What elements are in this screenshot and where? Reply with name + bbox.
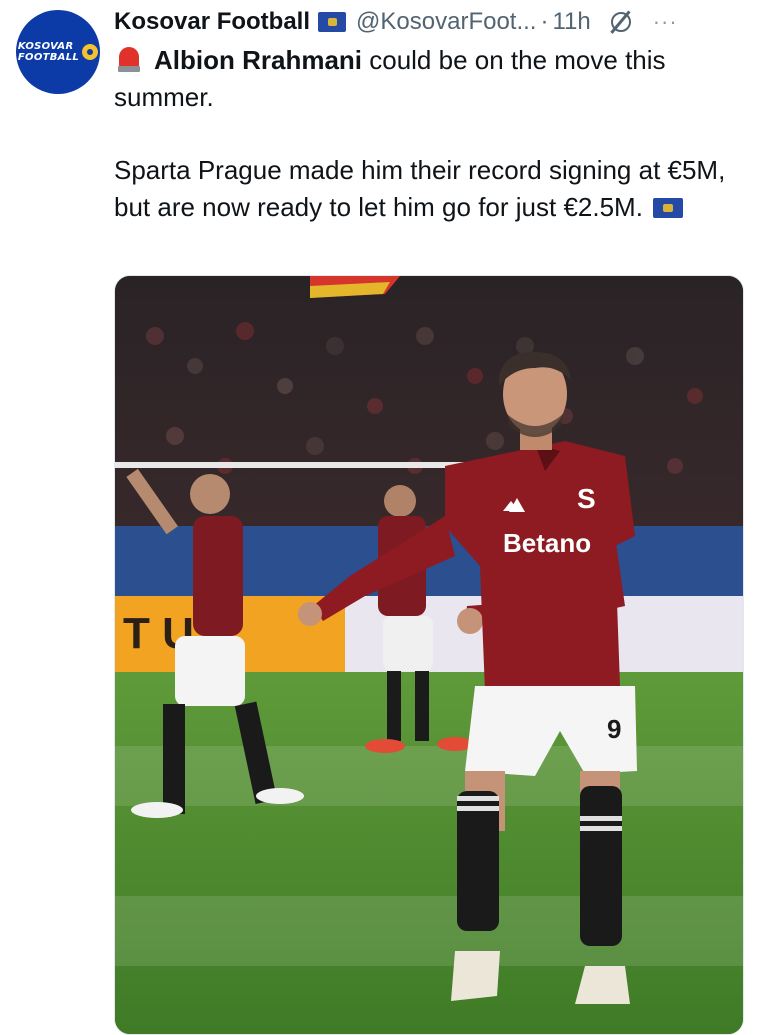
tweet-header: Kosovar Football @KosovarFoot... · 11h ·… bbox=[114, 4, 742, 40]
pitch bbox=[115, 672, 743, 1034]
goal-crossbar bbox=[115, 462, 495, 468]
siren-icon bbox=[118, 45, 140, 73]
separator: · bbox=[540, 8, 549, 35]
kosovo-flag-icon bbox=[318, 12, 347, 32]
football-match-photo: T U S Betano 9 bbox=[115, 276, 743, 1034]
tweet-line2: Sparta Prague made him their record sign… bbox=[114, 155, 726, 222]
tweet[interactable]: KOSOVAR FOOTBALL Kosovar Football @Kosov… bbox=[0, 0, 760, 1035]
tweet-paragraph-2: Sparta Prague made him their record sign… bbox=[114, 152, 734, 226]
timestamp[interactable]: 11h bbox=[552, 8, 590, 36]
football-icon bbox=[82, 44, 99, 60]
tweet-paragraph-1: Albion Rrahmani could be on the move thi… bbox=[114, 42, 734, 116]
tweet-photo[interactable]: T U S Betano 9 bbox=[114, 275, 744, 1035]
kosovo-flag-icon bbox=[652, 198, 683, 218]
left-sock bbox=[457, 791, 499, 931]
shirt-number: 9 bbox=[607, 714, 621, 744]
avatar-logo: KOSOVAR FOOTBALL bbox=[17, 41, 99, 63]
user-handle[interactable]: @KosovarFoot... bbox=[356, 8, 536, 36]
avatar[interactable]: KOSOVAR FOOTBALL bbox=[16, 10, 100, 94]
grok-icon[interactable] bbox=[610, 12, 631, 32]
crest-letter: S bbox=[577, 483, 596, 514]
left-boot bbox=[451, 951, 500, 1001]
right-sock bbox=[580, 786, 622, 946]
sponsor-text: Betano bbox=[503, 528, 591, 558]
avatar-text-line2: FOOTBALL bbox=[17, 52, 80, 63]
avatar-text-line1: KOSOVAR bbox=[17, 41, 74, 52]
display-name[interactable]: Kosovar Football bbox=[114, 8, 310, 36]
tweet-text: Albion Rrahmani could be on the move thi… bbox=[114, 42, 734, 226]
player-name: Albion Rrahmani bbox=[154, 45, 363, 75]
more-icon[interactable]: ··· bbox=[653, 9, 678, 35]
